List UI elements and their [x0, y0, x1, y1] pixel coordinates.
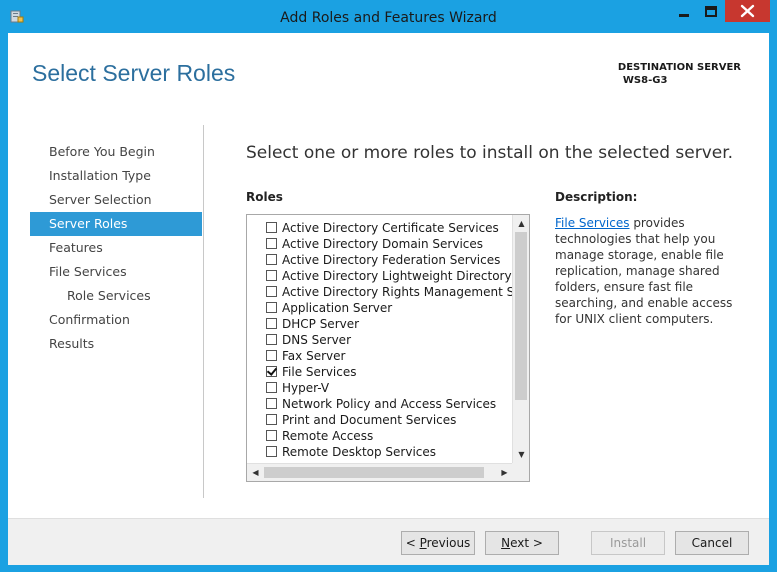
scroll-down-icon[interactable]: ▼: [513, 446, 529, 463]
role-checkbox[interactable]: [266, 302, 277, 313]
role-item[interactable]: Active Directory Domain Services: [266, 237, 483, 253]
role-item[interactable]: Hyper-V: [266, 381, 329, 397]
horizontal-scrollbar[interactable]: ◀ ▶: [247, 463, 513, 481]
section-heading: Select one or more roles to install on t…: [246, 143, 734, 163]
previous-prefix: <: [405, 536, 420, 550]
wizard-window: Add Roles and Features Wizard Select Ser…: [0, 0, 777, 572]
wizard-client-area: Select Server Roles DESTINATION SERVER W…: [8, 33, 769, 565]
role-checkbox[interactable]: [266, 446, 277, 457]
role-label: Application Server: [282, 301, 393, 315]
destination-server-name: WS8-G3: [622, 75, 668, 86]
role-item[interactable]: Print and Document Services: [266, 413, 456, 429]
role-checkbox[interactable]: [266, 430, 277, 441]
role-label: DHCP Server: [282, 317, 360, 331]
role-checkbox[interactable]: [266, 238, 277, 249]
role-checkbox[interactable]: [266, 350, 277, 361]
role-label: DNS Server: [282, 333, 351, 347]
role-label: File Services: [282, 365, 357, 379]
scroll-right-icon[interactable]: ▶: [496, 464, 513, 481]
roles-list-content: Active Directory Certificate Services Ac…: [247, 215, 513, 463]
scrollbar-corner: [512, 463, 529, 481]
role-checkbox[interactable]: [266, 334, 277, 345]
next-label: ext >: [510, 536, 543, 550]
nav-item-role-services[interactable]: Role Services: [30, 284, 202, 308]
nav-item-file-services[interactable]: File Services: [30, 260, 202, 284]
role-label: Fax Server: [282, 349, 346, 363]
role-label: Active Directory Federation Services: [282, 253, 501, 267]
role-checkbox[interactable]: [266, 318, 277, 329]
role-label: Remote Desktop Services: [282, 445, 437, 459]
previous-accesskey: P: [419, 536, 427, 550]
minimize-icon: [679, 14, 689, 17]
role-item[interactable]: Fax Server: [266, 349, 345, 365]
role-checkbox[interactable]: [266, 270, 277, 281]
nav-item-confirmation[interactable]: Confirmation: [30, 308, 202, 332]
role-checkbox[interactable]: [266, 286, 277, 297]
role-item[interactable]: Remote Access: [266, 429, 373, 445]
role-item[interactable]: Active Directory Rights Management Servi…: [266, 285, 513, 301]
roles-list[interactable]: Active Directory Certificate Services Ac…: [246, 214, 530, 482]
role-label: Active Directory Lightweight Directory S…: [282, 269, 513, 283]
next-button[interactable]: Next >: [485, 531, 559, 555]
role-checkbox[interactable]: [266, 366, 277, 377]
nav-divider: [203, 125, 204, 498]
nav-item-results[interactable]: Results: [30, 332, 202, 356]
minimize-button[interactable]: [670, 2, 698, 22]
role-item[interactable]: Application Server: [266, 301, 392, 317]
role-label: Remote Access: [282, 429, 374, 443]
maximize-button[interactable]: [698, 2, 724, 22]
role-checkbox[interactable]: [266, 254, 277, 265]
role-item[interactable]: DNS Server: [266, 333, 351, 349]
role-item[interactable]: DHCP Server: [266, 317, 359, 333]
nav-item-server-roles[interactable]: Server Roles: [30, 212, 202, 236]
role-label: Active Directory Rights Management Servi…: [282, 285, 513, 299]
role-description: File Services provides technologies that…: [555, 215, 745, 327]
cancel-button[interactable]: Cancel: [675, 531, 749, 555]
nav-item-before-you-begin[interactable]: Before You Begin: [30, 140, 202, 164]
role-item[interactable]: Active Directory Lightweight Directory S…: [266, 269, 513, 285]
role-label: Active Directory Domain Services: [282, 237, 484, 251]
scroll-up-icon[interactable]: ▲: [513, 215, 529, 232]
maximize-icon: [705, 6, 717, 17]
role-item[interactable]: Active Directory Federation Services: [266, 253, 500, 269]
next-accesskey: N: [501, 536, 511, 550]
nav-item-installation-type[interactable]: Installation Type: [30, 164, 202, 188]
install-button[interactable]: Install: [591, 531, 665, 555]
role-label: Active Directory Certificate Services: [282, 221, 499, 235]
role-label: Print and Document Services: [282, 413, 457, 427]
role-checkbox[interactable]: [266, 382, 277, 393]
wizard-footer: < Previous Next > Install Cancel: [8, 518, 769, 565]
wizard-nav: Before You Begin Installation Type Serve…: [30, 140, 202, 356]
horizontal-scroll-thumb[interactable]: [264, 467, 484, 478]
role-checkbox[interactable]: [266, 414, 277, 425]
scroll-left-icon[interactable]: ◀: [247, 464, 264, 481]
title-bar[interactable]: Add Roles and Features Wizard: [0, 0, 777, 33]
destination-label: DESTINATION SERVER: [617, 62, 741, 73]
page-title: Select Server Roles: [32, 60, 236, 86]
role-item[interactable]: File Services: [266, 365, 357, 381]
description-label: Description:: [555, 190, 638, 204]
role-label: Hyper-V: [282, 381, 330, 395]
close-button[interactable]: [725, 0, 770, 22]
file-services-link[interactable]: File Services: [555, 216, 630, 230]
role-checkbox[interactable]: [266, 222, 277, 233]
vertical-scrollbar[interactable]: ▲ ▼: [512, 215, 529, 463]
previous-button[interactable]: < Previous: [401, 531, 475, 555]
description-text: provides technologies that help you mana…: [555, 216, 733, 326]
close-icon: [740, 4, 755, 18]
role-item[interactable]: Active Directory Certificate Services: [266, 221, 499, 237]
role-checkbox[interactable]: [266, 398, 277, 409]
previous-label: revious: [426, 536, 471, 550]
vertical-scroll-thumb[interactable]: [515, 232, 527, 400]
nav-item-features[interactable]: Features: [30, 236, 202, 260]
role-item[interactable]: Remote Desktop Services: [266, 445, 436, 461]
role-item[interactable]: Network Policy and Access Services: [266, 397, 496, 413]
role-label: Network Policy and Access Services: [282, 397, 497, 411]
window-title: Add Roles and Features Wizard: [280, 10, 497, 26]
nav-item-server-selection[interactable]: Server Selection: [30, 188, 202, 212]
destination-server-info: DESTINATION SERVER WS8-G3: [618, 61, 741, 87]
roles-label: Roles: [246, 190, 283, 204]
